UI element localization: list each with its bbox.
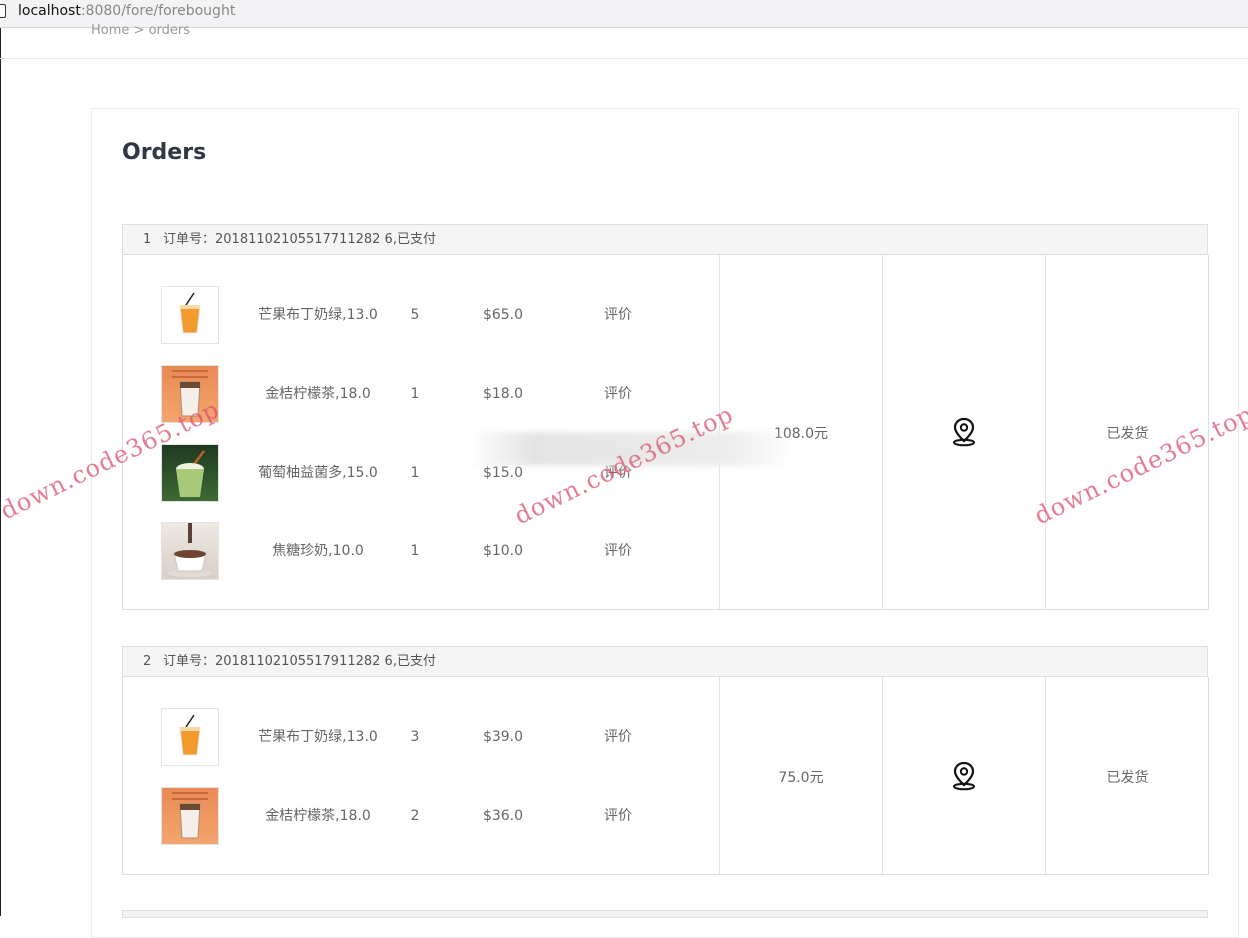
map-pin-icon — [953, 417, 975, 447]
product-image-mango-drink[interactable] — [161, 708, 219, 766]
breadcrumb: Home > orders — [91, 24, 190, 38]
drink-cup-icon — [172, 792, 208, 839]
review-link[interactable]: 评价 — [578, 522, 658, 580]
order-item: 芒果布丁奶绿,13.0 3 $39.0 评价 — [123, 708, 720, 768]
product-quantity: 1 — [410, 386, 420, 402]
breadcrumb-home[interactable]: Home — [91, 23, 129, 38]
product-subtotal: $36.0 — [482, 808, 524, 824]
product-name[interactable]: 芒果布丁奶绿,13.0 — [233, 708, 403, 766]
order-header: 1 订单号：20181102105517711282 6,已支付 — [122, 224, 1208, 255]
order-total: 75.0元 — [778, 770, 824, 786]
window-edge — [0, 28, 1, 916]
product-name[interactable]: 焦糖珍奶,10.0 — [233, 522, 403, 580]
product-image-kumquat-tea[interactable] — [161, 787, 219, 845]
map-pin-icon — [953, 761, 975, 791]
url-text[interactable]: localhost:8080/fore/forebought — [18, 2, 235, 20]
order-index: 1 — [143, 232, 152, 247]
drink-cup-icon — [179, 292, 201, 334]
product-quantity: 1 — [410, 543, 420, 559]
product-quantity: 5 — [410, 307, 420, 323]
product-name[interactable]: 葡萄柚益菌多,15.0 — [233, 444, 403, 502]
product-subtotal: $39.0 — [482, 729, 524, 745]
product-image-caramel-milk[interactable] — [161, 522, 219, 580]
divider — [0, 58, 1248, 59]
product-quantity: 2 — [410, 808, 420, 824]
review-link[interactable]: 评价 — [578, 708, 658, 766]
order-index: 2 — [143, 654, 152, 669]
order-number: 订单号：20181102105517911282 6,已支付 — [163, 654, 436, 669]
product-subtotal: $10.0 — [482, 543, 524, 559]
breadcrumb-current: orders — [148, 23, 191, 38]
product-name[interactable]: 金桔柠檬茶,18.0 — [233, 365, 403, 423]
product-subtotal: $18.0 — [482, 386, 524, 402]
page-icon — [0, 4, 6, 18]
order-item: 芒果布丁奶绿,13.0 5 $65.0 评价 — [123, 286, 720, 346]
order-header-partial — [122, 910, 1208, 918]
drink-cup-icon — [168, 523, 212, 577]
order-body: 芒果布丁奶绿,13.0 3 $39.0 评价 金桔柠檬茶,18.0 2 $36.… — [122, 677, 1209, 875]
review-link[interactable]: 评价 — [578, 787, 658, 845]
drink-cup-icon — [179, 714, 201, 756]
order-location[interactable] — [883, 761, 1045, 795]
drink-cup-icon — [176, 450, 205, 497]
order-number: 订单号：20181102105517711282 6,已支付 — [163, 232, 436, 247]
order-item: 焦糖珍奶,10.0 1 $10.0 评价 — [123, 522, 720, 582]
product-quantity: 3 — [410, 729, 420, 745]
order-item: 金桔柠檬茶,18.0 2 $36.0 评价 — [123, 787, 720, 847]
product-image-grapefruit-drink[interactable] — [161, 444, 219, 502]
breadcrumb-separator: > — [133, 23, 145, 38]
product-quantity: 1 — [410, 465, 420, 481]
order-status: 已发货 — [1106, 770, 1149, 786]
order-location[interactable] — [883, 417, 1045, 451]
page-title: Orders — [122, 140, 207, 165]
review-link[interactable]: 评价 — [578, 365, 658, 423]
review-link[interactable]: 评价 — [578, 286, 658, 344]
product-name[interactable]: 金桔柠檬茶,18.0 — [233, 787, 403, 845]
product-name[interactable]: 芒果布丁奶绿,13.0 — [233, 286, 403, 344]
product-subtotal: $65.0 — [482, 307, 524, 323]
product-image-mango-drink[interactable] — [161, 286, 219, 344]
order-header: 2 订单号：20181102105517911282 6,已支付 — [122, 646, 1208, 677]
